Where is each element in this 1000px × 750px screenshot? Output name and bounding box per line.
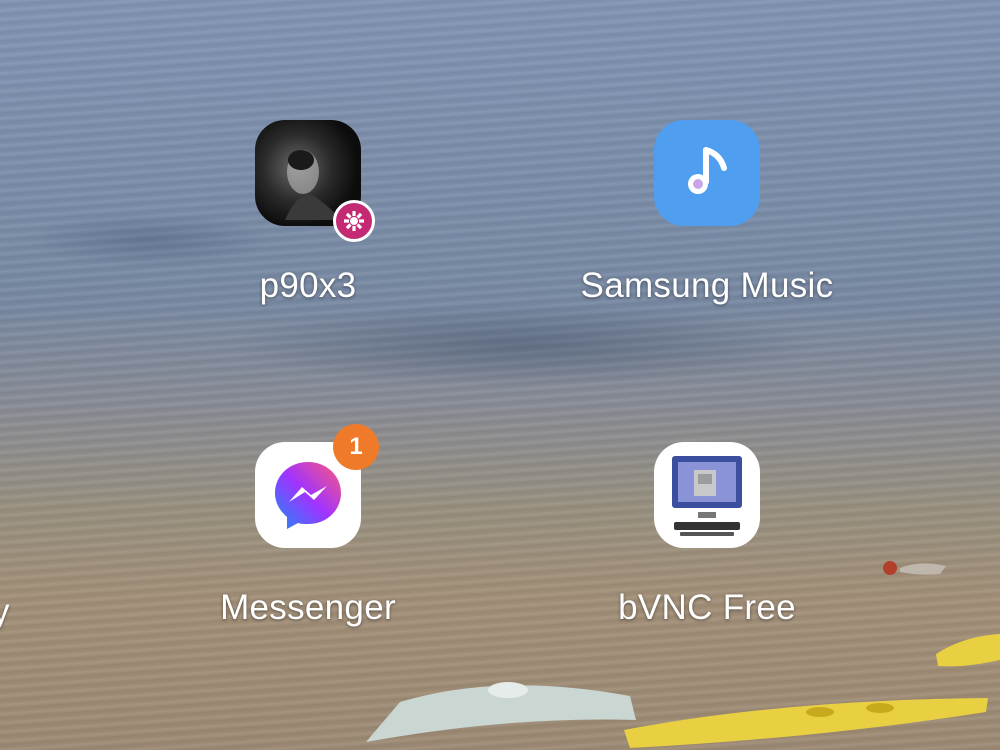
kayak-decoration bbox=[624, 698, 988, 748]
app-p90x3[interactable]: p90x3 bbox=[148, 120, 468, 305]
app-label: Messenger bbox=[220, 588, 396, 627]
remote-desktop-icon bbox=[654, 442, 760, 548]
floating-object-decoration bbox=[883, 561, 946, 575]
app-label: p90x3 bbox=[259, 266, 357, 305]
umbrella-decoration bbox=[366, 682, 636, 742]
app-label: bVNC Free bbox=[618, 588, 796, 627]
app-label: Samsung Music bbox=[580, 266, 834, 305]
work-profile-badge-icon bbox=[333, 200, 375, 242]
app-samsung-music[interactable]: Samsung Music bbox=[547, 120, 867, 305]
music-note-icon bbox=[654, 120, 760, 226]
app-bvnc-free[interactable]: bVNC Free bbox=[547, 442, 867, 627]
kayak-decoration bbox=[936, 634, 1000, 667]
notification-badge: 1 bbox=[333, 424, 379, 470]
app-messenger[interactable]: 1 Messenger bbox=[148, 424, 468, 627]
wallpaper bbox=[0, 0, 1000, 750]
partial-app-label: y bbox=[0, 592, 10, 631]
